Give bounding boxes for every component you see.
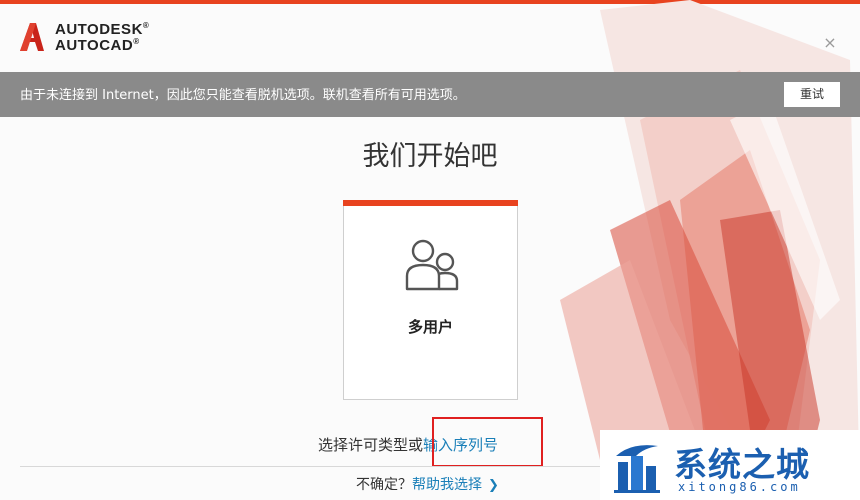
chevron-right-icon[interactable]: ❯ [488, 478, 499, 493]
retry-button[interactable]: 重试 [784, 82, 840, 107]
autocad-logo-icon [20, 23, 44, 51]
help-prompt: 不确定？帮助我选择 ❯ [356, 474, 499, 494]
license-prompt: 选择许可类型或输入序列号 [318, 434, 498, 456]
enter-serial-link[interactable]: 输入序列号 [423, 436, 498, 454]
close-icon[interactable]: × [821, 34, 839, 52]
help-me-choose-link[interactable]: 帮助我选择 [412, 477, 482, 493]
header: AUTODESK® AUTOCAD® × [0, 4, 860, 72]
brand-autocad: AUTOCAD® [55, 37, 140, 54]
watermark-url: xitong86.com [678, 480, 801, 494]
watermark-title: 系统之城 [674, 445, 810, 484]
installer-window: AUTODESK® AUTOCAD® × 由于未连接到 Internet，因此您… [0, 0, 860, 500]
brand-autodesk: AUTODESK® [55, 21, 150, 38]
watermark: 系统之城 xitong86.com [600, 430, 860, 500]
card-accent-bar [343, 200, 518, 206]
offline-message: 由于未连接到 Internet，因此您只能查看脱机选项。联机查看所有可用选项。 [20, 88, 466, 103]
multi-user-license-card[interactable]: 多用户 [343, 200, 518, 400]
offline-notice-bar: 由于未连接到 Internet，因此您只能查看脱机选项。联机查看所有可用选项。 … [0, 72, 860, 117]
users-icon [405, 239, 459, 291]
license-prefix: 选择许可类型或 [318, 436, 424, 454]
page-title: 我们开始吧 [362, 141, 498, 172]
watermark-logo-icon [614, 445, 660, 493]
help-prefix: 不确定？ [356, 477, 412, 493]
card-label: 多用户 [407, 318, 453, 336]
